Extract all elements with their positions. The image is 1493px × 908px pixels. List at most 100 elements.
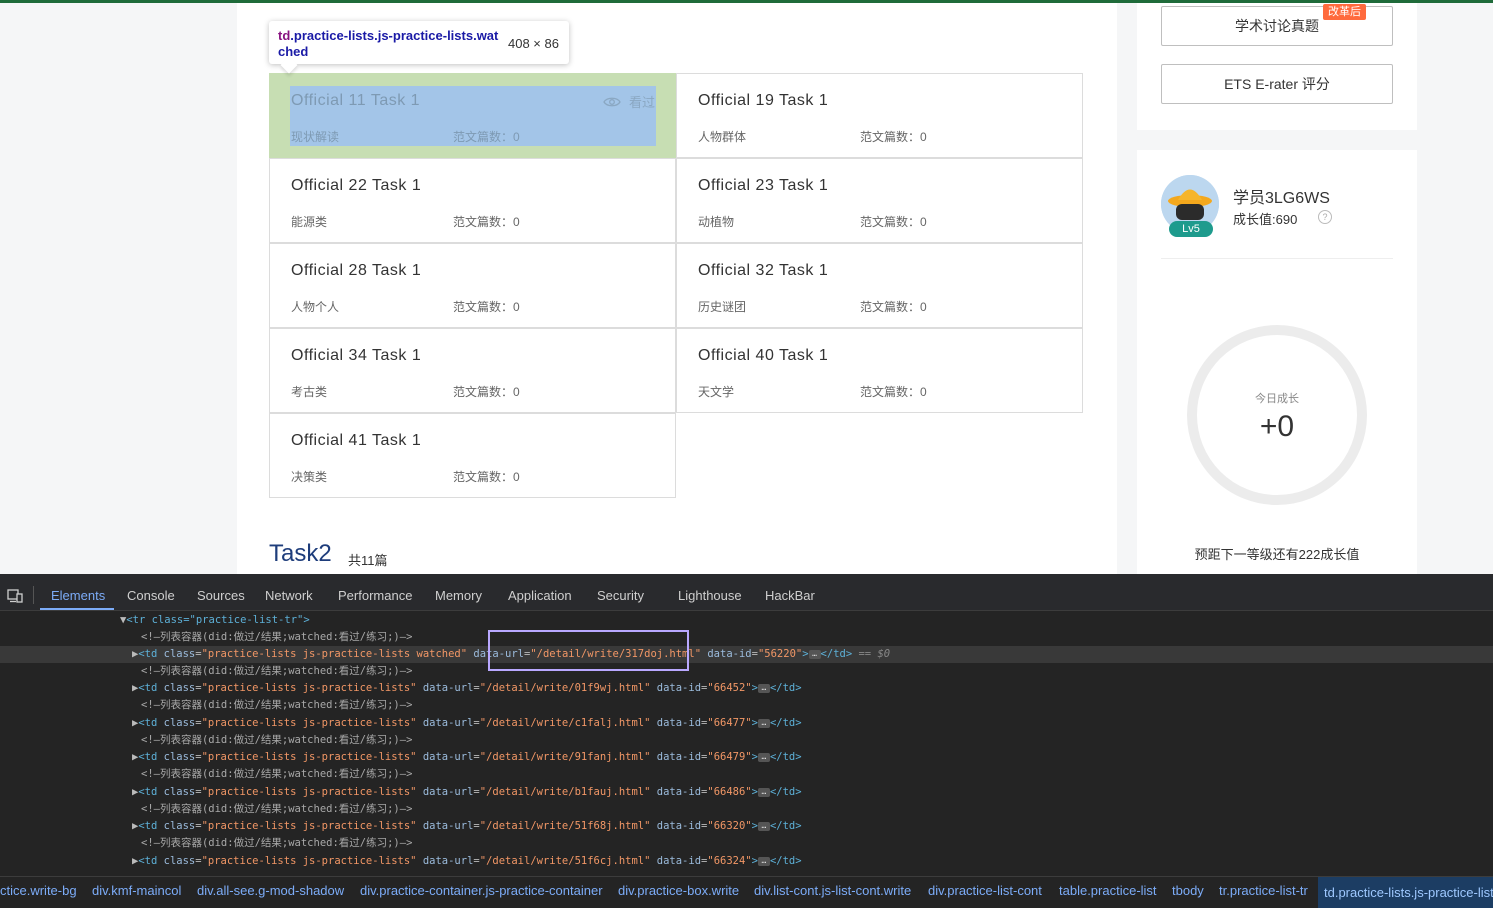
- practice-item-count: 范文篇数：0: [453, 300, 520, 314]
- ellipsis-icon[interactable]: …: [808, 649, 821, 659]
- practice-item-count: 范文篇数：0: [860, 385, 927, 399]
- watched-indicator: 看过: [603, 92, 655, 111]
- breadcrumb-item[interactable]: tr.practice-list-tr: [1219, 883, 1308, 898]
- practice-item-tag: 历史谜团: [698, 300, 747, 314]
- td-id-value: 66320: [713, 820, 746, 832]
- dom-comment[interactable]: <!—列表容器(did:做过/结果;watched:看过/练习;)—>: [0, 801, 1493, 818]
- tab-application[interactable]: Application: [508, 588, 572, 603]
- practice-item-official-11[interactable]: Official 11 Task 1 看过 现状解读 范文篇数：0: [269, 73, 676, 158]
- tab-separator: [33, 586, 34, 604]
- dom-comment[interactable]: <!—列表容器(did:做过/结果;watched:看过/练习;)—>: [0, 697, 1493, 714]
- dom-node-tr[interactable]: ▼<tr class="practice-list-tr">: [0, 612, 1493, 629]
- user-name: 学员3LG6WS: [1233, 190, 1330, 207]
- ellipsis-icon[interactable]: …: [757, 718, 770, 728]
- practice-item-count: 范文篇数：0: [453, 130, 520, 144]
- devtools-tab-bar: Elements Console Sources Network Perform…: [0, 574, 1493, 611]
- eye-icon: [603, 97, 621, 106]
- practice-item-tag: 天文学: [698, 385, 735, 399]
- td-url-value: /detail/write/51f6cj.html: [486, 855, 645, 867]
- td-url-value: /detail/write/c1falj.html: [486, 717, 645, 729]
- dom-comment[interactable]: <!—列表容器(did:做过/结果;watched:看过/练习;)—>: [0, 732, 1493, 749]
- practice-item-title: Official 41 Task 1: [291, 432, 422, 449]
- ellipsis-icon[interactable]: …: [757, 821, 770, 831]
- tab-elements[interactable]: Elements: [51, 588, 105, 603]
- td-id-value: 66479: [713, 751, 746, 763]
- dom-comment[interactable]: <!—列表容器(did:做过/结果;watched:看过/练习;)—>: [0, 835, 1493, 852]
- breadcrumb-item[interactable]: div.practice-list-cont: [928, 883, 1042, 898]
- practice-item-official-32[interactable]: Official 32 Task 1 历史谜团 范文篇数：0: [676, 243, 1083, 328]
- tab-console[interactable]: Console: [127, 588, 175, 603]
- practice-item-title: Official 32 Task 1: [698, 262, 829, 279]
- tab-lighthouse[interactable]: Lighthouse: [678, 588, 742, 603]
- breadcrumb-item[interactable]: ctice.write-bg: [0, 883, 77, 898]
- tab-network[interactable]: Network: [265, 588, 313, 603]
- new-badge: 改革后: [1323, 4, 1366, 20]
- dom-comment-text: <!—列表容器(did:做过/结果;watched:看过/练习;)—>: [141, 631, 413, 643]
- level-badge: Lv5: [1169, 221, 1213, 237]
- dom-comment[interactable]: <!—列表容器(did:做过/结果;watched:看过/练习;)—>: [0, 663, 1493, 680]
- practice-item-official-28[interactable]: Official 28 Task 1 人物个人 范文篇数：0: [269, 243, 676, 328]
- dom-node-td[interactable]: ▶<td class="practice-lists js-practice-l…: [0, 784, 1493, 801]
- dom-tree: ▼<tr class="practice-list-tr"> <!—列表容器(d…: [0, 611, 1493, 877]
- dom-node-td[interactable]: ▶<td class="practice-lists js-practice-l…: [0, 853, 1493, 870]
- dom-comment-text: <!—列表容器(did:做过/结果;watched:看过/练习;)—>: [141, 734, 413, 746]
- dom-comment-text: <!—列表容器(did:做过/结果;watched:看过/练习;)—>: [141, 768, 413, 780]
- dom-comment-text: <!—列表容器(did:做过/结果;watched:看过/练习;)—>: [141, 665, 413, 677]
- device-toggle-icon[interactable]: [7, 589, 23, 603]
- td-id-value: 56220: [764, 648, 796, 660]
- tooltip-tag: td: [278, 28, 291, 43]
- practice-item-tag: 能源类: [291, 215, 328, 229]
- erater-score-button[interactable]: ETS E-rater 评分: [1161, 64, 1393, 104]
- practice-item-official-19[interactable]: Official 19 Task 1 人物群体 范文篇数：0: [676, 73, 1083, 158]
- active-tab-indicator: [40, 608, 114, 610]
- dom-node-td[interactable]: ▶<td class="practice-lists js-practice-l…: [0, 818, 1493, 835]
- td-url-value: /detail/write/51f68j.html: [486, 820, 645, 832]
- next-level-text: 预距下一等级还有222成长值: [1194, 547, 1360, 562]
- td-id-value: 66324: [713, 855, 746, 867]
- breadcrumb-item-active[interactable]: td.practice-lists.js-practice-lists: [1318, 877, 1493, 908]
- breadcrumb: ctice.write-bg div.kmf-maincol div.all-s…: [0, 876, 1493, 908]
- dom-comment-text: <!—列表容器(did:做过/结果;watched:看过/练习;)—>: [141, 803, 413, 815]
- breadcrumb-item[interactable]: div.practice-container.js-practice-conta…: [360, 883, 603, 898]
- dom-comment-text: <!—列表容器(did:做过/结果;watched:看过/练习;)—>: [141, 699, 413, 711]
- ellipsis-icon[interactable]: …: [757, 683, 770, 693]
- practice-item-tag: 考古类: [291, 385, 328, 399]
- breadcrumb-item[interactable]: div.list-cont.js-list-cont.write: [754, 883, 911, 898]
- breadcrumb-item[interactable]: div.kmf-maincol: [92, 883, 181, 898]
- practice-item-tag: 动植物: [698, 215, 735, 229]
- ellipsis-icon[interactable]: …: [757, 856, 770, 866]
- practice-item-official-41[interactable]: Official 41 Task 1 决策类 范文篇数：0: [269, 413, 676, 498]
- help-icon[interactable]: ?: [1318, 210, 1332, 224]
- dom-comment[interactable]: <!—列表容器(did:做过/结果;watched:看过/练习;)—>: [0, 629, 1493, 646]
- tab-performance[interactable]: Performance: [338, 588, 412, 603]
- ellipsis-icon[interactable]: …: [757, 787, 770, 797]
- tab-sources[interactable]: Sources: [197, 588, 245, 603]
- tab-security[interactable]: Security: [597, 588, 644, 603]
- dom-node-td[interactable]: ▶<td class="practice-lists js-practice-l…: [0, 680, 1493, 697]
- dom-comment[interactable]: <!—列表容器(did:做过/结果;watched:看过/练习;)—>: [0, 766, 1493, 783]
- practice-item-official-22[interactable]: Official 22 Task 1 能源类 范文篇数：0: [269, 158, 676, 243]
- breadcrumb-item[interactable]: table.practice-list: [1059, 883, 1157, 898]
- breadcrumb-item[interactable]: div.practice-box.write: [618, 883, 739, 898]
- today-growth-label: 今日成长: [1255, 393, 1299, 405]
- breadcrumb-item[interactable]: tbody: [1172, 883, 1204, 898]
- tooltip-classes: .practice-lists.js-practice-lists.watche…: [278, 28, 499, 59]
- practice-item-official-34[interactable]: Official 34 Task 1 考古类 范文篇数：0: [269, 328, 676, 413]
- practice-item-count: 范文篇数：0: [453, 385, 520, 399]
- td-class-value: practice-lists js-practice-lists watched: [207, 648, 461, 660]
- url-annotation-box: [488, 630, 689, 671]
- practice-item-official-40[interactable]: Official 40 Task 1 天文学 范文篇数：0: [676, 328, 1083, 413]
- practice-item-title: Official 28 Task 1: [291, 262, 422, 279]
- dom-node-td[interactable]: ▶<td class="practice-lists js-practice-l…: [0, 749, 1493, 766]
- tab-hackbar[interactable]: HackBar: [765, 588, 815, 603]
- practice-item-official-23[interactable]: Official 23 Task 1 动植物 范文篇数：0: [676, 158, 1083, 243]
- breadcrumb-item[interactable]: div.all-see.g-mod-shadow: [197, 883, 344, 898]
- dom-node-td-selected[interactable]: ▶<td class="practice-lists js-practice-l…: [0, 646, 1493, 663]
- tab-memory[interactable]: Memory: [435, 588, 482, 603]
- practice-item-tag: 人物群体: [698, 130, 747, 144]
- selected-marker: == $0: [858, 648, 891, 660]
- practice-item-title: Official 23 Task 1: [698, 177, 829, 194]
- ellipsis-icon[interactable]: …: [757, 752, 770, 762]
- practice-item-title: Official 19 Task 1: [698, 92, 829, 109]
- dom-node-td[interactable]: ▶<td class="practice-lists js-practice-l…: [0, 715, 1493, 732]
